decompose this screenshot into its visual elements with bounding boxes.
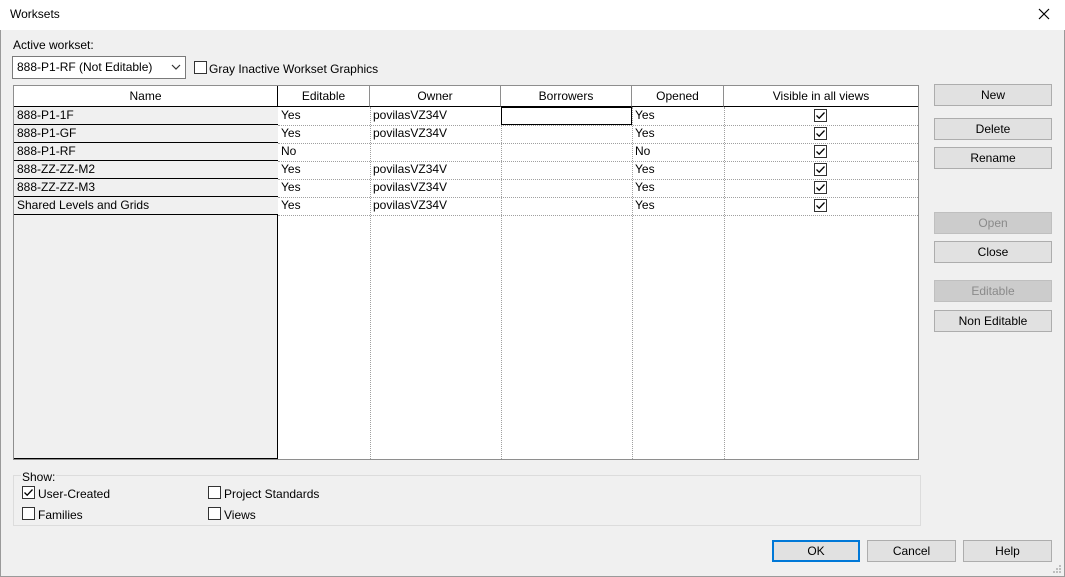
worksets-table: Name Editable Owner Borrowers Opened Vis… [13,85,919,460]
table-cell-editable[interactable]: Yes [278,197,301,215]
borrowers-cell-selected[interactable] [501,107,632,125]
table-cell-opened[interactable]: Yes [632,107,655,125]
non-editable-button[interactable]: Non Editable [934,310,1052,332]
close-workset-button[interactable]: Close [934,241,1052,263]
column-header-editable[interactable]: Editable [278,86,370,107]
visible-checkbox[interactable] [814,145,827,158]
show-group [13,475,921,526]
table-row-name[interactable]: 888-P1-RF [14,143,278,161]
table-cell-editable[interactable]: Yes [278,179,301,197]
table-row-name[interactable]: 888-P1-GF [14,125,278,143]
active-workset-label: Active workset: [13,38,94,52]
column-header-borrowers[interactable]: Borrowers [501,86,632,107]
families-checkbox[interactable] [22,507,35,520]
table-cell-opened[interactable]: Yes [632,197,655,215]
close-icon [1038,8,1050,20]
help-button[interactable]: Help [963,540,1052,562]
visible-checkbox[interactable] [814,199,827,212]
active-workset-dropdown[interactable]: 888-P1-RF (Not Editable) [12,56,186,79]
cancel-button[interactable]: Cancel [867,540,956,562]
table-cell-owner: povilasVZ34V [373,126,448,140]
table-cell-editable[interactable]: Yes [278,125,301,143]
column-header-owner[interactable]: Owner [370,86,501,107]
table-cell-opened[interactable]: Yes [632,125,655,143]
resize-grip-icon[interactable] [1052,564,1062,574]
table-cell-owner [370,143,373,161]
visible-checkbox[interactable] [814,181,827,194]
table-row-name[interactable]: 888-ZZ-ZZ-M3 [14,179,278,197]
table-cell-owner: povilasVZ34V [373,108,448,122]
checkmark-icon [24,489,33,497]
open-button[interactable]: Open [934,212,1052,234]
project-standards-label: Project Standards [224,487,320,501]
table-cell-editable[interactable]: Yes [278,107,301,125]
title-bar: Worksets [0,0,1065,30]
table-row-name[interactable]: Shared Levels and Grids [14,197,278,215]
user-created-checkbox[interactable] [22,486,35,499]
checkmark-icon [816,202,825,210]
visible-checkbox[interactable] [814,163,827,176]
table-cell-editable[interactable]: No [278,143,296,161]
families-label: Families [38,508,83,522]
table-row-name[interactable]: 888-P1-1F [14,107,278,125]
table-cell-opened[interactable]: No [632,143,650,161]
column-header-opened[interactable]: Opened [632,86,724,107]
table-cell-owner: povilasVZ34V [373,162,448,176]
table-cell-owner: povilasVZ34V [373,198,448,212]
table-cell-opened[interactable]: Yes [632,179,655,197]
checkmark-icon [816,184,825,192]
column-header-visible[interactable]: Visible in all views [724,86,918,107]
editable-button[interactable]: Editable [934,280,1052,302]
checkmark-icon [816,112,825,120]
show-label: Show: [21,470,57,484]
visible-checkbox[interactable] [814,109,827,122]
table-cell-editable[interactable]: Yes [278,161,301,179]
ok-button[interactable]: OK [772,540,860,562]
visible-checkbox[interactable] [814,127,827,140]
gray-inactive-checkbox[interactable] [194,61,207,74]
table-cell-owner: povilasVZ34V [373,180,448,194]
active-workset-value: 888-P1-RF (Not Editable) [17,60,153,74]
checkmark-icon [816,130,825,138]
chevron-down-icon [171,64,181,70]
gray-inactive-label: Gray Inactive Workset Graphics [209,62,379,76]
rename-button[interactable]: Rename [934,147,1052,169]
checkmark-icon [816,148,825,156]
user-created-label: User-Created [38,487,111,501]
table-cell-opened[interactable]: Yes [632,161,655,179]
table-row-name[interactable]: 888-ZZ-ZZ-M2 [14,161,278,179]
views-checkbox[interactable] [208,507,221,520]
project-standards-checkbox[interactable] [208,486,221,499]
close-button[interactable] [1029,0,1059,28]
views-label: Views [224,508,256,522]
window-title: Worksets [10,7,60,21]
delete-button[interactable]: Delete [934,118,1052,140]
new-button[interactable]: New [934,84,1052,106]
column-header-name[interactable]: Name [14,86,278,107]
checkmark-icon [816,166,825,174]
